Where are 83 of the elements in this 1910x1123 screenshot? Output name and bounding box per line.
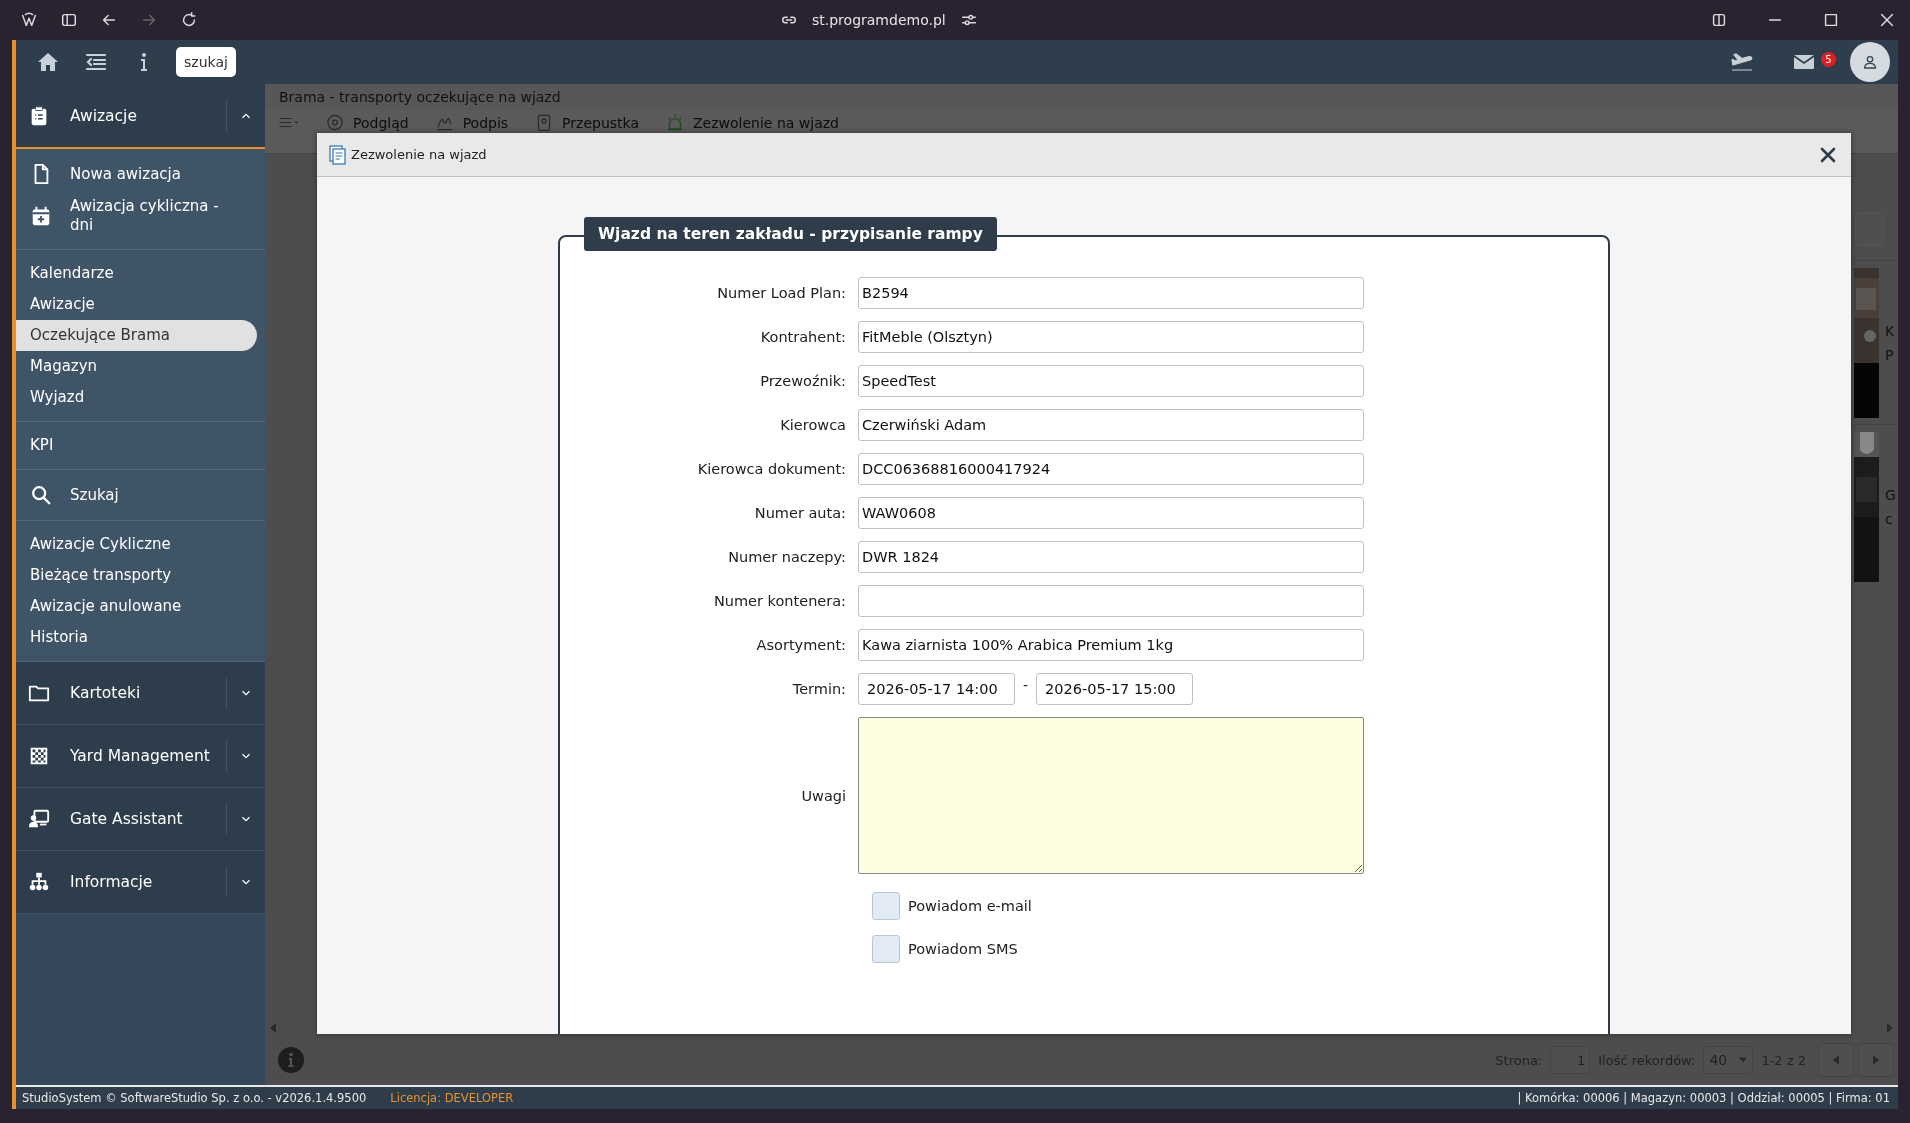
sidebar-item[interactable]: Awizacja cykliczna - dni — [16, 191, 257, 241]
search-button[interactable]: szukaj — [176, 47, 236, 77]
field-label: Numer Load Plan: — [716, 285, 846, 301]
home-icon[interactable] — [36, 50, 60, 74]
search-icon — [30, 484, 52, 506]
checkbox[interactable] — [872, 935, 900, 963]
input-field[interactable]: B2594 — [858, 277, 1364, 309]
table-cell-text: c — [1885, 509, 1894, 529]
reload-icon[interactable] — [180, 11, 198, 29]
sidebar-item[interactable]: Oczekujące Brama — [16, 320, 257, 351]
sidebar-item[interactable]: Wyjazd — [16, 382, 257, 413]
field-label: Kierowca dokument: — [696, 461, 846, 477]
sidebar-section-header[interactable]: Yard Management — [16, 725, 265, 788]
sidebar-section-header[interactable]: Kartoteki — [16, 662, 265, 725]
user-avatar[interactable] — [1850, 42, 1890, 82]
checkbox-label: Powiadom e-mail — [908, 898, 1032, 914]
document-icon — [329, 144, 347, 165]
sitemap-icon — [28, 871, 50, 893]
date-field[interactable]: 2026-05-17 14:00 — [858, 673, 1015, 705]
table-cell-text: G — [1885, 485, 1896, 505]
maximize-icon[interactable] — [1822, 11, 1840, 29]
field-label: Kontrahent: — [759, 329, 846, 345]
calendar-plus-icon — [30, 205, 52, 227]
previous-icon — [1832, 1055, 1840, 1065]
input-field[interactable]: Kawa ziarnista 100% Arabica Premium 1kg — [858, 629, 1364, 661]
field-label: Uwagi — [800, 787, 846, 804]
sidebar-item[interactable]: Awizacje Cykliczne — [16, 529, 257, 560]
sidebar-item[interactable]: Bieżące transporty — [16, 560, 257, 591]
notes-field[interactable] — [858, 717, 1364, 874]
section-label: Kartoteki — [70, 684, 142, 702]
field-label: Kierowca — [779, 417, 846, 433]
close-icon[interactable] — [1819, 145, 1837, 164]
range-separator: - — [1023, 677, 1029, 693]
sidebar-item[interactable]: Awizacje — [16, 289, 257, 320]
close-icon[interactable] — [1878, 11, 1896, 29]
section-label: Yard Management — [70, 747, 211, 765]
section-label: Gate Assistant — [70, 810, 184, 828]
caret-icon — [1739, 1055, 1748, 1065]
field-label: Asortyment: — [755, 637, 846, 653]
address-bar-url[interactable]: st.programdemo.pl — [812, 12, 946, 28]
dialog-title: Zezwolenie na wjazd — [351, 147, 488, 162]
field-label: Numer kontenera: — [712, 593, 846, 609]
browser-logo-icon[interactable] — [20, 11, 38, 29]
field-label: Numer auta: — [753, 505, 846, 521]
copyright-text: StudioSystem © SoftwareStudio Sp. z o.o. - v2026.1.4.9500 — [22, 1091, 367, 1105]
license-text: Licencja: DEVELOPER — [390, 1091, 514, 1105]
field-label: Termin: — [791, 681, 846, 697]
eye-icon — [325, 113, 345, 132]
date-field[interactable]: 2026-05-17 15:00 — [1036, 673, 1194, 705]
session-info: | Komórka: 00006 | Magazyn: 00003 | Oddział: 00005 | Firma: 01 — [1517, 1091, 1890, 1105]
input-field[interactable]: WAW0608 — [858, 497, 1364, 529]
checkbox[interactable] — [872, 892, 900, 920]
sidebar-item[interactable]: Magazyn — [16, 351, 257, 382]
monitor-person-icon — [28, 808, 50, 830]
sidebar-section-header[interactable]: Informacje — [16, 851, 265, 914]
sidebar-section-header[interactable]: Awizacje — [16, 84, 265, 149]
sidebar-toggle-icon[interactable] — [60, 11, 78, 29]
section-label: Awizacje — [70, 106, 138, 125]
sidebar-item[interactable]: Kalendarze — [16, 258, 257, 289]
sidebar-item[interactable]: Nowa awizacja — [16, 157, 257, 191]
plane-icon[interactable] — [1730, 50, 1754, 74]
input-field[interactable]: DWR 1824 — [858, 541, 1364, 573]
checkered-grid-icon — [28, 745, 50, 767]
section-label: Informacje — [70, 873, 154, 891]
table-cell-text: P — [1885, 345, 1895, 365]
siren-icon — [665, 113, 685, 132]
field-label: Przewoźnik: — [759, 373, 846, 389]
checkbox-label: Powiadom SMS — [908, 941, 1018, 957]
input-field[interactable]: DCC06368816000417924 — [858, 453, 1364, 485]
page-title: Brama - transporty oczekujące na wjazd — [279, 89, 561, 105]
sidebar-item[interactable]: Historia — [16, 622, 257, 653]
panel-heading: Wjazd na teren zakładu - przypisanie rampy — [584, 217, 997, 251]
input-field[interactable] — [858, 585, 1364, 617]
sidebar-section-header[interactable]: Gate Assistant — [16, 788, 265, 851]
split-view-icon[interactable] — [1710, 11, 1728, 29]
next-icon — [1872, 1055, 1880, 1065]
notification-badge: 5 — [1821, 52, 1836, 67]
sidebar-item[interactable]: Awizacje anulowane — [16, 591, 257, 622]
input-field[interactable]: Czerwiński Adam — [858, 409, 1364, 441]
input-field[interactable]: SpeedTest — [858, 365, 1364, 397]
field-label: Numer naczepy: — [727, 549, 846, 565]
table-cell-text: K — [1885, 321, 1895, 341]
input-field[interactable]: FitMeble (Olsztyn) — [858, 321, 1364, 353]
